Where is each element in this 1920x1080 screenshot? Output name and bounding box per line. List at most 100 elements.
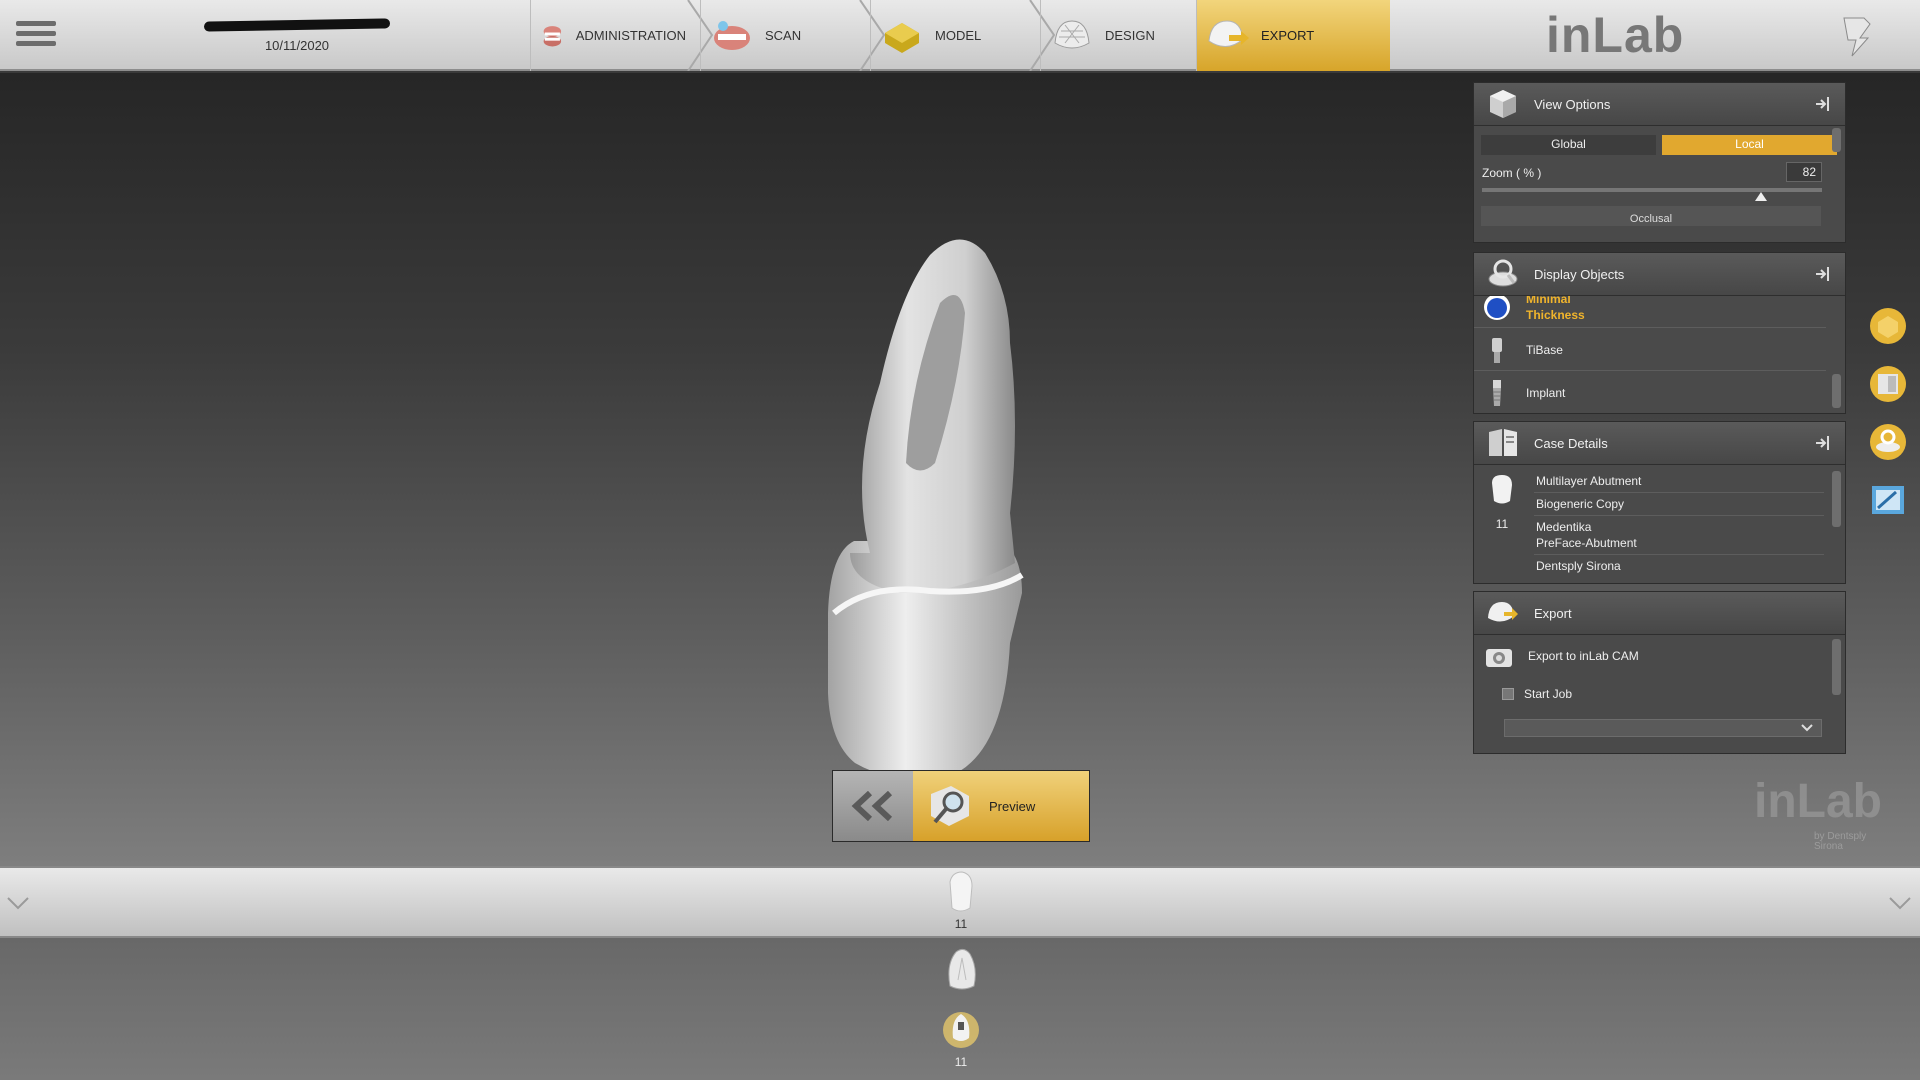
eye-magnifier-icon (1488, 259, 1518, 287)
quick-model-icon[interactable] (1868, 306, 1908, 346)
view-options-panel: View Options Global Local Zoom ( % ) 82 … (1473, 82, 1846, 243)
pin-panel-icon[interactable] (1815, 95, 1831, 113)
quick-tools-icon[interactable] (1868, 480, 1908, 520)
phase-controls: Preview (832, 770, 1090, 842)
display-objects-title: Display Objects (1534, 266, 1625, 282)
export-panel: Export Export to inLab CAM Start Job (1473, 591, 1846, 754)
case-row-design-mode[interactable]: Biogeneric Copy (1534, 494, 1824, 516)
display-objects-scrollbar[interactable] (1832, 374, 1841, 408)
strip-tooth-thumbnail[interactable]: 11 (942, 870, 980, 931)
export-title: Export (1534, 605, 1572, 621)
export-crown-icon (1208, 19, 1249, 47)
preview-magnifier-icon (931, 786, 969, 826)
view-options-scrollbar[interactable] (1832, 128, 1841, 152)
case-row-restoration-type[interactable]: Multilayer Abutment (1534, 471, 1824, 493)
tooth-number: 11 (1495, 517, 1509, 531)
case-book-icon (1489, 429, 1517, 456)
object-implant[interactable]: Implant (1474, 372, 1826, 413)
case-details-body: 11 Multilayer Abutment Biogeneric Copy M… (1474, 465, 1845, 583)
quick-display-objects-icon[interactable] (1868, 422, 1908, 462)
watermark-logo: inLab (1754, 775, 1882, 828)
display-objects-header[interactable]: Display Objects (1474, 253, 1845, 296)
export-scrollbar[interactable] (1832, 639, 1841, 695)
design-crown-icon (1054, 19, 1090, 48)
double-chevron-left-icon (851, 791, 893, 821)
cube-icon (1490, 90, 1516, 118)
back-button[interactable] (833, 771, 913, 841)
scan-jaw-icon (714, 20, 750, 50)
thickness-sphere-icon (1484, 296, 1510, 320)
step-design[interactable]: DESIGN (1040, 0, 1200, 71)
inlab-logo: inLab (1546, 7, 1685, 63)
case-date: 10/11/2020 (264, 38, 330, 53)
view-mode-toggle: Global Local (1481, 135, 1837, 155)
start-job-label: Start Job (1524, 687, 1573, 701)
tooth-icon (949, 871, 973, 912)
chevron-down-icon (1801, 724, 1813, 732)
step-export[interactable]: EXPORT (1196, 0, 1390, 71)
inlab-app: 10/11/2020 ADMINISTRATION SCAN MODEL DES… (0, 0, 1920, 1080)
abutment-icon (948, 948, 976, 990)
pin-panel-icon[interactable] (1815, 265, 1831, 283)
chevron-down-icon[interactable] (1888, 896, 1912, 910)
object-tibase-label: TiBase (1526, 342, 1563, 357)
strip-tooth-number: 11 (954, 917, 968, 931)
step-scan[interactable]: SCAN (700, 0, 860, 71)
occlusal-view-button[interactable]: Occlusal (1481, 206, 1821, 226)
preview-button[interactable]: Preview (913, 771, 1089, 841)
cam-machine-icon (1486, 649, 1512, 667)
export-crown-icon (1488, 602, 1518, 622)
crown-thumbnail[interactable]: 11 (940, 1008, 982, 1069)
display-objects-body: Minimal Thickness TiBase Implant (1474, 296, 1845, 413)
pin-panel-icon[interactable] (1815, 434, 1831, 452)
view-options-header[interactable]: View Options (1474, 83, 1845, 126)
abutment-thumbnail[interactable] (942, 946, 980, 995)
watermark-brand: by Dentsply Sirona (1814, 832, 1884, 852)
preview-label: Preview (989, 798, 1036, 814)
chevron-down-icon[interactable] (6, 896, 30, 910)
quick-case-details-icon[interactable] (1868, 364, 1908, 404)
step-administration[interactable]: ADMINISTRATION (530, 0, 686, 71)
inlab-watermark: inLab by Dentsply Sirona (1754, 774, 1882, 852)
step-administration-label: ADMINISTRATION (575, 28, 686, 43)
object-implant-label: Implant (1526, 385, 1566, 400)
step-scan-label: SCAN (765, 28, 802, 43)
object-minimal-thickness[interactable]: Minimal Thickness (1474, 296, 1826, 328)
display-objects-panel: Display Objects Minimal Thickness TiBase… (1473, 252, 1846, 414)
view-options-title: View Options (1534, 96, 1611, 112)
step-model-label: MODEL (935, 28, 982, 43)
abutment-3d-model[interactable] (810, 223, 1030, 783)
start-job-checkbox[interactable] (1502, 688, 1514, 700)
object-list-area: 11 (0, 938, 1920, 1080)
zoom-slider-track[interactable] (1482, 188, 1822, 192)
restoration-strip: 11 (0, 866, 1920, 938)
case-row-abutment[interactable]: Medentika PreFace-Abutment (1534, 517, 1824, 555)
object-tibase[interactable]: TiBase (1474, 329, 1826, 371)
export-to-inlab-cam-label: Export to inLab CAM (1528, 649, 1639, 663)
tibase-icon (1492, 337, 1502, 363)
zoom-slider-thumb[interactable] (1754, 192, 1767, 201)
view-options-body: Global Local Zoom ( % ) 82 Occlusal (1474, 126, 1845, 243)
local-view-button[interactable]: Local (1662, 135, 1837, 155)
export-header[interactable]: Export (1474, 592, 1845, 635)
step-model[interactable]: MODEL (870, 0, 1030, 71)
redacted-patient-name (203, 18, 391, 32)
implant-icon (1493, 379, 1501, 406)
step-export-label: EXPORT (1261, 28, 1315, 43)
tooth-icon[interactable] (1488, 473, 1516, 507)
case-details-header[interactable]: Case Details (1474, 422, 1845, 465)
export-machine-dropdown[interactable] (1504, 719, 1822, 737)
case-row-manufacturer[interactable]: Dentsply Sirona (1534, 556, 1824, 583)
lightning-icon[interactable] (1840, 14, 1876, 58)
patient-info: 10/11/2020 (200, 16, 394, 56)
export-to-inlab-cam-option[interactable]: Export to inLab CAM (1474, 635, 1826, 677)
hamburger-menu-icon[interactable] (16, 16, 56, 56)
jaw-icon (543, 25, 562, 46)
object-minimal-thickness-label: Minimal Thickness (1526, 296, 1585, 322)
case-details-scrollbar[interactable] (1832, 471, 1841, 527)
start-job-option[interactable]: Start Job (1502, 687, 1572, 701)
export-body: Export to inLab CAM Start Job (1474, 635, 1845, 753)
step-design-label: DESIGN (1105, 28, 1155, 43)
zoom-value-input[interactable]: 82 (1786, 162, 1822, 182)
global-view-button[interactable]: Global (1481, 135, 1656, 155)
